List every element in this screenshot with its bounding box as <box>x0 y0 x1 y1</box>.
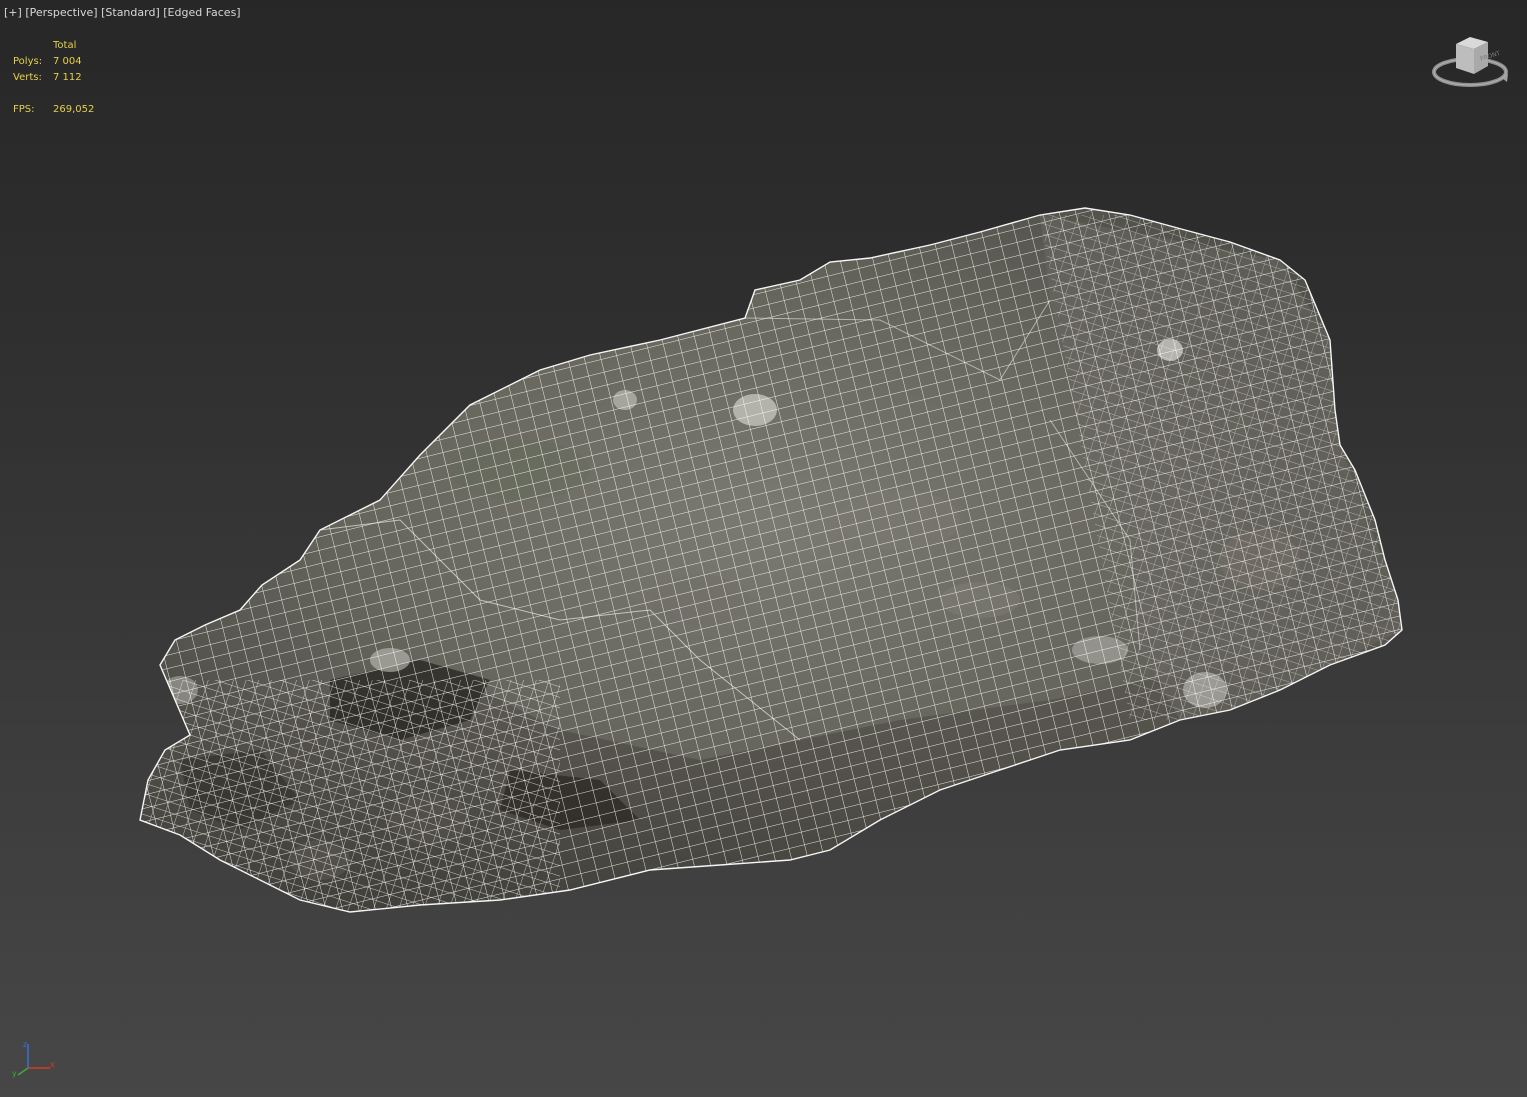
fps-label: FPS: <box>13 104 35 115</box>
stats-header: Total <box>53 40 77 51</box>
svg-text:y: y <box>12 1069 17 1078</box>
svg-text:x: x <box>50 1060 55 1069</box>
svg-text:z: z <box>23 1040 27 1049</box>
fps-value: 269,052 <box>53 104 95 115</box>
viewport-point-of-view-menu[interactable]: [Perspective] <box>25 6 97 19</box>
polys-label: Polys: <box>13 56 43 67</box>
verts-label: Verts: <box>13 72 42 83</box>
viewport-label-bar: [+] [Perspective] [Standard] [Edged Face… <box>4 6 241 19</box>
viewcube-icon[interactable]: FRONT <box>1430 30 1510 92</box>
axis-tripod-icon: z x y <box>12 1040 55 1078</box>
viewport-statistics: Total Polys: 7 004 Verts: 7 112 FPS: 269,05… <box>13 38 94 118</box>
viewport-display-mode-menu[interactable]: [Edged Faces] <box>163 6 240 19</box>
polys-value: 7 004 <box>53 56 82 67</box>
viewport-shading-standard-menu[interactable]: [Standard] <box>101 6 160 19</box>
perspective-viewport[interactable]: [+] [Perspective] [Standard] [Edged Face… <box>0 0 1527 1097</box>
viewport-menu-plus[interactable]: [+] <box>4 6 22 19</box>
rock-mesh[interactable] <box>0 0 1527 1097</box>
verts-value: 7 112 <box>53 72 82 83</box>
